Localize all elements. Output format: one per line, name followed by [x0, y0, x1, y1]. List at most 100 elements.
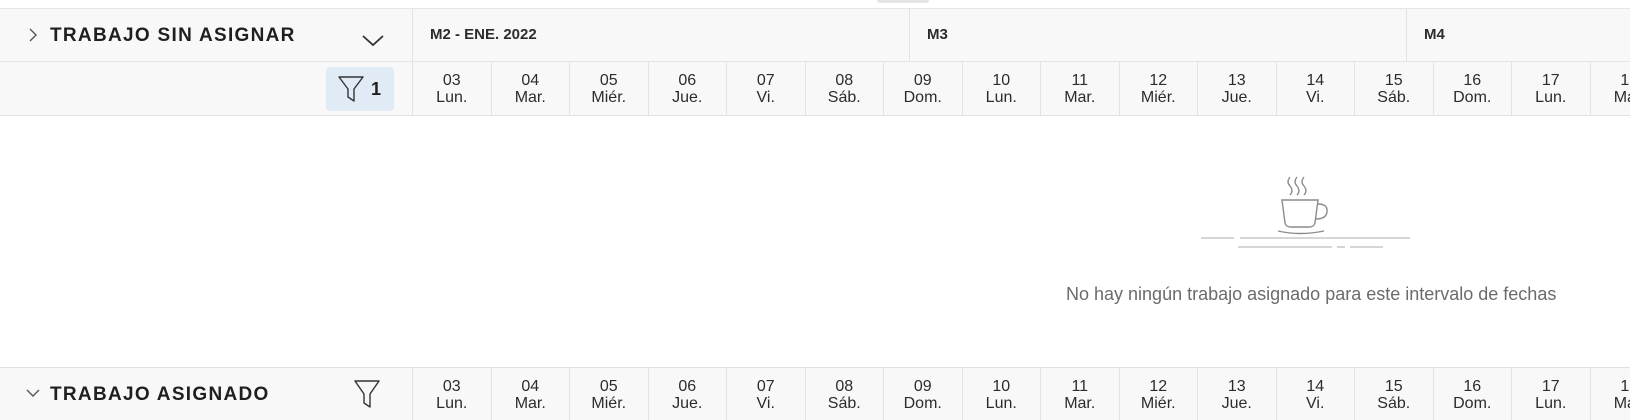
day-weekday: Lun.	[436, 89, 468, 106]
day-number: 08	[835, 72, 854, 89]
day-number: 11	[1071, 378, 1089, 395]
chevron-right-icon[interactable]	[24, 26, 42, 44]
day-number: 03	[442, 72, 461, 89]
coffee-cup-icon	[1201, 176, 1410, 248]
day-header[interactable]: 04 Mar.	[492, 368, 570, 420]
day-number: 06	[678, 72, 697, 89]
day-number: 06	[678, 378, 697, 395]
month-header: M3	[910, 9, 1407, 61]
day-header[interactable]: 13 Jue.	[1198, 368, 1277, 420]
unassigned-header: TRABAJO SIN ASIGNAR M2 - ENE. 2022 M3 M4	[0, 8, 1630, 62]
chevron-down-icon[interactable]	[24, 384, 42, 402]
filter-icon	[338, 76, 364, 102]
day-header[interactable]: 18Mar.	[1591, 368, 1630, 420]
day-header[interactable]: 10 Lun.	[963, 368, 1041, 420]
day-header[interactable]: 05 Miér.	[570, 62, 649, 115]
day-number: 17	[1541, 72, 1560, 89]
day-number: 18	[1620, 72, 1630, 89]
day-weekday: Miér.	[591, 89, 627, 106]
day-weekday: Sáb.	[827, 395, 861, 412]
day-number: 08	[835, 378, 854, 395]
day-weekday: Mar.	[1064, 89, 1096, 106]
day-header[interactable]: 12 Miér.	[1120, 368, 1198, 420]
day-number: 05	[599, 378, 618, 395]
day-header[interactable]: 03 Lun.	[413, 368, 492, 420]
day-weekday: Vi.	[756, 89, 775, 106]
day-header[interactable]: 11 Mar.	[1041, 368, 1120, 420]
day-number: 05	[599, 72, 618, 89]
chevron-down-icon[interactable]	[360, 31, 386, 49]
day-header[interactable]: 07 Vi.	[727, 62, 806, 115]
unassigned-filter-cell: 1	[0, 62, 413, 115]
unassigned-title: TRABAJO SIN ASIGNAR	[50, 25, 296, 46]
day-header[interactable]: 16 Dom.	[1434, 368, 1512, 420]
day-header[interactable]: 17 Lun.	[1512, 368, 1591, 420]
day-header[interactable]: 04 Mar.	[492, 62, 570, 115]
unassigned-body: No hay ningún trabajo asignado para este…	[0, 116, 1630, 367]
day-weekday: Lun.	[985, 395, 1017, 412]
day-header[interactable]: 06 Jue.	[649, 62, 727, 115]
month-header: M2 - ENE. 2022	[413, 9, 910, 61]
day-header[interactable]: 09 Dom.	[884, 368, 963, 420]
filter-icon[interactable]	[353, 378, 381, 410]
day-header[interactable]: 15 Sáb.	[1355, 62, 1434, 115]
day-header[interactable]: 07 Vi.	[727, 368, 806, 420]
day-header[interactable]: 18Mar.	[1591, 62, 1630, 115]
day-weekday: Miér.	[1140, 89, 1176, 106]
day-weekday: Vi.	[1306, 89, 1325, 106]
drag-handle[interactable]	[877, 0, 929, 3]
day-weekday: Mar.	[1613, 395, 1630, 412]
day-weekday: Jue.	[672, 89, 703, 106]
day-number: 07	[756, 72, 775, 89]
day-number: 07	[756, 378, 775, 395]
day-number: 16	[1463, 378, 1482, 395]
filter-button[interactable]: 1	[326, 67, 394, 111]
day-header[interactable]: 15 Sáb.	[1355, 368, 1434, 420]
assigned-header: TRABAJO ASIGNADO 03 Lun. 04 Mar. 05 Miér. 06 Ju…	[0, 367, 1630, 420]
day-weekday: Vi.	[756, 395, 775, 412]
day-header[interactable]: 16 Dom.	[1434, 62, 1512, 115]
day-number: 14	[1306, 72, 1325, 89]
day-number: 17	[1541, 378, 1560, 395]
day-weekday: Lun.	[985, 89, 1017, 106]
day-header[interactable]: 06 Jue.	[649, 368, 727, 420]
unassigned-days-row: 1 03 Lun. 04 Mar. 05 Miér. 06 Jue. 07 Vi. 08 Sáb. 09…	[0, 62, 1630, 116]
day-number: 03	[442, 378, 461, 395]
day-number: 09	[913, 72, 932, 89]
unassigned-title-cell: TRABAJO SIN ASIGNAR	[0, 9, 413, 61]
day-headers: 03 Lun. 04 Mar. 05 Miér. 06 Jue. 07 Vi. 08 Sáb. 09 Do…	[413, 368, 1630, 420]
day-number: 04	[521, 72, 540, 89]
day-number: 09	[913, 378, 932, 395]
day-header[interactable]: 08 Sáb.	[806, 62, 884, 115]
day-number: 11	[1071, 72, 1089, 89]
day-weekday: Jue.	[1221, 395, 1252, 412]
day-weekday: Dom.	[1453, 89, 1492, 106]
day-number: 04	[521, 378, 540, 395]
day-weekday: Miér.	[591, 395, 627, 412]
day-header[interactable]: 08 Sáb.	[806, 368, 884, 420]
day-header[interactable]: 09 Dom.	[884, 62, 963, 115]
day-header[interactable]: 12 Miér.	[1120, 62, 1198, 115]
day-number: 12	[1149, 72, 1168, 89]
day-number: 16	[1463, 72, 1482, 89]
day-number: 13	[1227, 72, 1246, 89]
day-weekday: Sáb.	[827, 89, 861, 106]
day-headers: 03 Lun. 04 Mar. 05 Miér. 06 Jue. 07 Vi. 08 Sáb. 09 Do…	[413, 62, 1630, 115]
day-header[interactable]: 14 Vi.	[1277, 368, 1355, 420]
day-header[interactable]: 10 Lun.	[963, 62, 1041, 115]
assigned-title: TRABAJO ASIGNADO	[50, 384, 270, 405]
day-weekday: Dom.	[1453, 395, 1492, 412]
day-header[interactable]: 05 Miér.	[570, 368, 649, 420]
month-label: M4	[1424, 26, 1445, 43]
day-header[interactable]: 03 Lun.	[413, 62, 492, 115]
day-weekday: Lun.	[1535, 89, 1567, 106]
day-header[interactable]: 17 Lun.	[1512, 62, 1591, 115]
day-weekday: Jue.	[672, 395, 703, 412]
day-number: 15	[1384, 378, 1403, 395]
day-header[interactable]: 11 Mar.	[1041, 62, 1120, 115]
day-header[interactable]: 14 Vi.	[1277, 62, 1355, 115]
filter-count-badge: 1	[371, 79, 382, 99]
day-weekday: Sáb.	[1377, 395, 1411, 412]
day-number: 13	[1227, 378, 1246, 395]
day-header[interactable]: 13 Jue.	[1198, 62, 1277, 115]
